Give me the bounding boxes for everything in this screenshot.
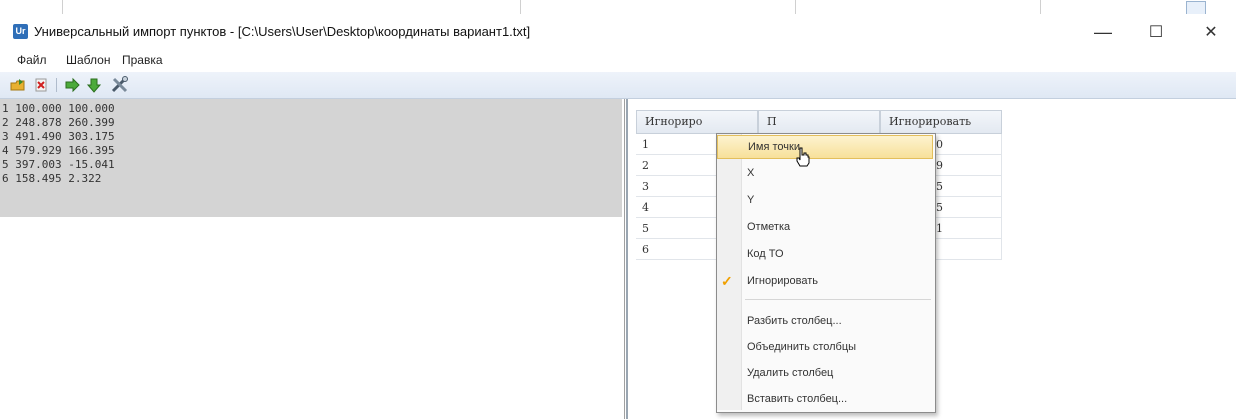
divider <box>795 0 796 14</box>
menu-item-label: Код ТО <box>747 248 784 260</box>
grid-header-col3[interactable]: Игнорировать <box>880 110 1002 134</box>
menu-item-label: Имя точки <box>748 141 800 153</box>
grid-header-col2[interactable]: П <box>758 110 880 134</box>
hand-cursor-icon <box>795 147 811 170</box>
menu-item-ignore[interactable]: ✓ Игнорировать <box>717 270 933 294</box>
menu-item-merge-columns[interactable]: Объединить столбцы <box>717 336 933 360</box>
menu-item-delete-column[interactable]: Удалить столбец <box>717 362 933 386</box>
menu-bar: Файл Шаблон Правка <box>0 50 1236 72</box>
toolbar <box>0 72 1236 99</box>
menu-item-label: X <box>747 167 755 179</box>
menu-item-label: Разбить столбец... <box>747 315 842 327</box>
menu-item-split-column[interactable]: Разбить столбец... <box>717 310 933 334</box>
menu-item-insert-column[interactable]: Вставить столбец... <box>717 388 933 412</box>
export-icon[interactable] <box>86 77 102 93</box>
divider <box>62 0 63 14</box>
source-text-panel[interactable]: 1 100.000 100.000 2 248.878 260.399 3 49… <box>0 99 625 419</box>
grid-header-col1[interactable]: Игнориро <box>636 110 758 134</box>
divider <box>520 0 521 14</box>
source-line: 2 248.878 260.399 <box>2 116 115 129</box>
app-icon: Ur <box>13 24 28 39</box>
menu-item-label: Объединить столбцы <box>747 341 857 353</box>
source-line: 4 579.929 166.395 <box>2 144 115 157</box>
menu-item-elevation[interactable]: Отметка <box>717 216 933 240</box>
menu-item-label: Y <box>747 194 755 206</box>
menu-item-point-name[interactable]: Имя точки <box>717 135 933 159</box>
background-app-icon <box>1186 1 1206 15</box>
source-line: 5 397.003 -15.041 <box>2 158 115 171</box>
import-window: Ur Универсальный импорт пунктов - [C:\Us… <box>0 14 1236 419</box>
toolbar-separator <box>56 78 57 92</box>
menu-edit[interactable]: Правка <box>122 53 163 67</box>
menu-item-label: Удалить столбец <box>747 367 834 379</box>
menu-file[interactable]: Файл <box>17 53 47 67</box>
close-button[interactable]: ✕ <box>1188 14 1234 50</box>
menu-item-code[interactable]: Код ТО <box>717 243 933 267</box>
title-bar: Ur Универсальный импорт пунктов - [C:\Us… <box>0 14 1236 50</box>
minimize-button[interactable]: — <box>1080 14 1126 50</box>
maximize-button[interactable]: ☐ <box>1133 14 1179 50</box>
checkmark-icon: ✓ <box>721 273 733 289</box>
menu-item-x[interactable]: X <box>717 162 933 186</box>
column-context-menu: Имя точки X Y Отметка Код ТО ✓ Игнориров… <box>716 133 936 413</box>
menu-item-y[interactable]: Y <box>717 189 933 213</box>
delete-icon[interactable] <box>33 77 49 93</box>
menu-separator <box>745 299 931 300</box>
settings-tools-icon[interactable] <box>110 75 130 95</box>
import-icon[interactable] <box>64 77 80 93</box>
menu-template[interactable]: Шаблон <box>66 53 110 67</box>
open-icon[interactable] <box>10 77 26 93</box>
menu-item-label: Игнорировать <box>747 275 818 287</box>
window-title: Универсальный импорт пунктов - [C:\Users… <box>34 24 531 39</box>
source-line: 1 100.000 100.000 <box>2 102 115 115</box>
background-app-strip <box>0 0 1236 15</box>
menu-item-label: Отметка <box>747 221 791 233</box>
divider <box>1040 0 1041 14</box>
source-line: 3 491.490 303.175 <box>2 130 115 143</box>
menu-item-label: Вставить столбец... <box>747 393 848 405</box>
source-line: 6 158.495 2.322 <box>2 172 102 185</box>
